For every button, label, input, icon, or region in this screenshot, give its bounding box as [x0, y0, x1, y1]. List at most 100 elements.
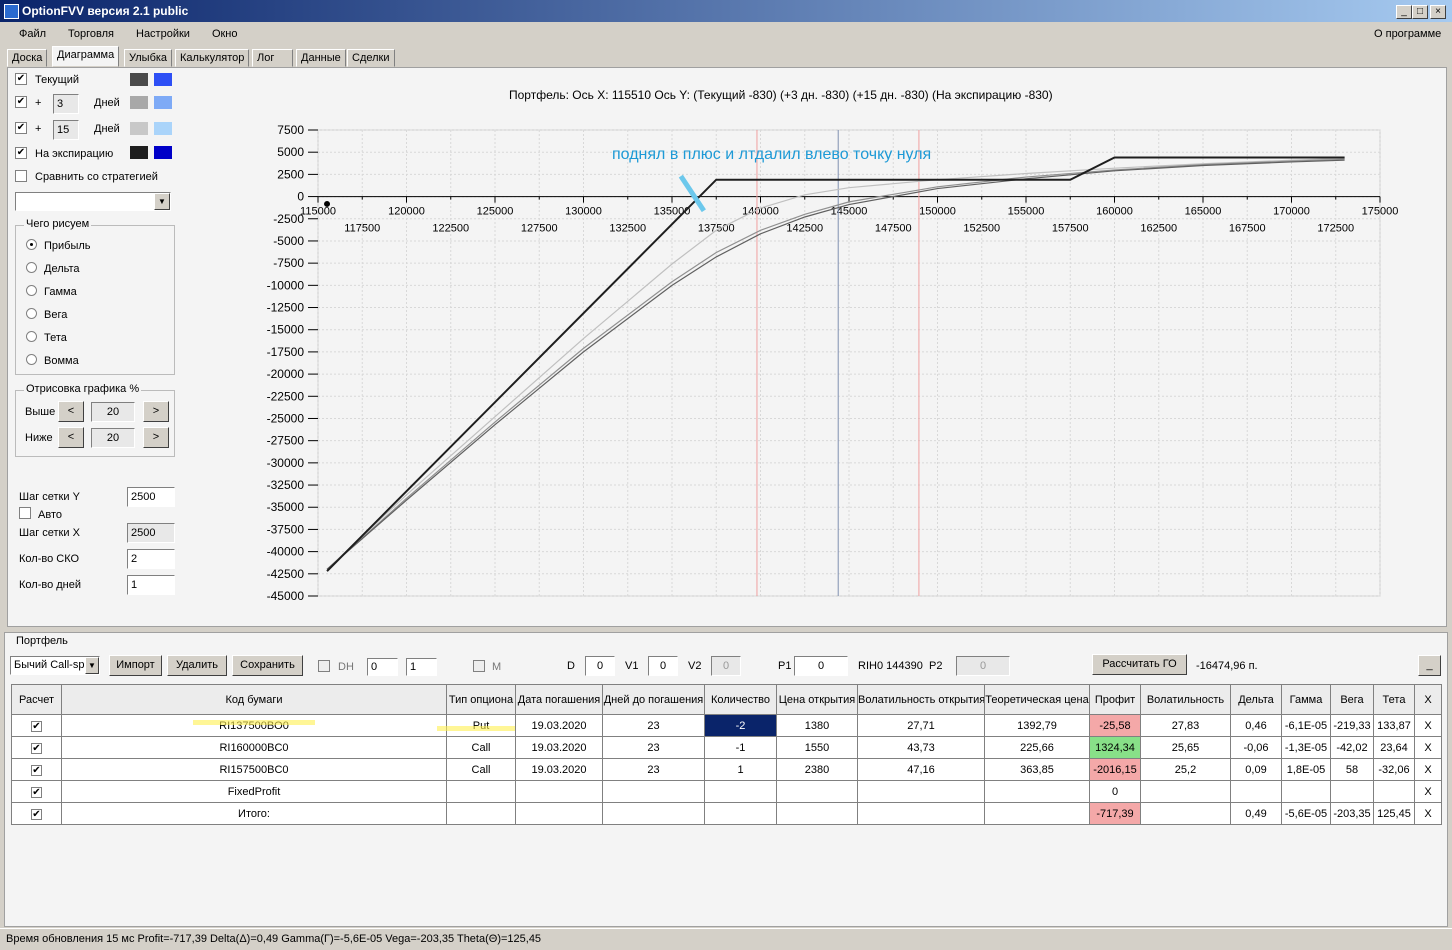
column-header[interactable]: Код бумаги: [61, 684, 447, 715]
x-tick-label: 120000: [388, 206, 425, 218]
table-cell: -25,58: [1089, 714, 1141, 737]
delete-row-button[interactable]: X: [1414, 736, 1442, 759]
table-cell: 58: [1330, 758, 1374, 781]
column-header[interactable]: Тета: [1373, 684, 1415, 715]
calc-checkbox[interactable]: ✔: [11, 736, 62, 759]
y-tick-label: -45000: [267, 589, 305, 603]
table-cell: 23,64: [1373, 736, 1415, 759]
y-tick-label: -27500: [267, 434, 305, 448]
column-header[interactable]: Теоретическая цена: [984, 684, 1090, 715]
delete-button[interactable]: Удалить: [167, 655, 227, 676]
calc-checkbox[interactable]: ✔: [11, 758, 62, 781]
x-tick-label: 155000: [1008, 206, 1045, 218]
portfolio-label: Портфель: [14, 635, 70, 647]
table-cell: 23: [602, 758, 705, 781]
table-cell: 0,09: [1230, 758, 1282, 781]
table-cell: 27,83: [1140, 714, 1231, 737]
table-cell: 1550: [776, 736, 858, 759]
column-header[interactable]: Профит: [1089, 684, 1141, 715]
save-button[interactable]: Сохранить: [232, 655, 303, 676]
x-tick-label: 142500: [786, 223, 823, 235]
column-header[interactable]: X: [1414, 684, 1442, 715]
x-tick-label: 132500: [609, 223, 646, 235]
table-cell: 0,49: [1230, 802, 1282, 825]
y-tick-label: -20000: [267, 367, 305, 381]
column-header[interactable]: Гамма: [1281, 684, 1331, 715]
y-tick-label: 0: [297, 190, 304, 204]
profit-chart[interactable]: 7500500025000-2500-5000-7500-10000-12500…: [0, 0, 1452, 630]
calc-checkbox[interactable]: ✔: [11, 802, 62, 825]
column-header[interactable]: Вега: [1330, 684, 1374, 715]
table-row[interactable]: ✔RI137500BO0Put19.03.202023-2138027,7113…: [11, 714, 1442, 737]
y-tick-label: -37500: [267, 522, 305, 536]
column-header[interactable]: Дата погашения: [515, 684, 603, 715]
table-cell: 27,71: [857, 714, 985, 737]
strategy-value: Бычий Call-spr: [14, 659, 89, 671]
y-tick-label: 7500: [277, 123, 304, 137]
table-row[interactable]: ✔ FixedProfit 0 X: [11, 780, 1442, 803]
delete-row-button[interactable]: X: [1414, 802, 1442, 825]
spin2-input[interactable]: 1: [406, 658, 437, 676]
delete-row-button[interactable]: X: [1414, 758, 1442, 781]
calc-checkbox[interactable]: ✔: [11, 714, 62, 737]
table-cell: 133,87: [1373, 714, 1415, 737]
table-cell: 125,45: [1373, 802, 1415, 825]
v2-label: V2: [688, 660, 702, 672]
table-cell: [1140, 780, 1231, 803]
p1-input[interactable]: 0: [794, 656, 848, 676]
column-header[interactable]: Расчет: [11, 684, 62, 715]
x-tick-label: 122500: [432, 223, 469, 235]
table-cell[interactable]: -2: [704, 714, 777, 737]
table-row[interactable]: ✔ Итого: -717,39 0,49 -5,6E-05 -203,35 125,45 X: [11, 802, 1442, 825]
table-cell: [515, 780, 603, 803]
x-tick-label: 162500: [1140, 223, 1177, 235]
calculate-go-button[interactable]: Рассчитать ГО: [1092, 654, 1187, 675]
column-header[interactable]: Дельта: [1230, 684, 1282, 715]
table-cell: [984, 780, 1090, 803]
table-row[interactable]: ✔ RI157500BC0 Call 19.03.2020 23 1 2380 47,16 36…: [11, 758, 1442, 781]
table-cell: [446, 780, 516, 803]
table-cell: 19.03.2020: [515, 714, 603, 737]
y-tick-label: -30000: [267, 456, 305, 470]
x-tick-label: 167500: [1229, 223, 1266, 235]
table-row[interactable]: ✔ RI160000BC0 Call 19.03.2020 23 -1 1550 43,73 2…: [11, 736, 1442, 759]
table-cell: [704, 780, 777, 803]
delete-row-button[interactable]: X: [1414, 714, 1442, 737]
column-header[interactable]: Дней до погашения: [602, 684, 705, 715]
column-header[interactable]: Тип опциона: [446, 684, 516, 715]
d-input[interactable]: 0: [585, 656, 615, 676]
column-header[interactable]: Цена открытия: [776, 684, 858, 715]
calc-checkbox[interactable]: ✔: [11, 780, 62, 803]
column-header[interactable]: Волатильность открытия: [857, 684, 985, 715]
dh-checkbox[interactable]: [318, 660, 330, 672]
table-cell[interactable]: -1: [704, 736, 777, 759]
strategy-select[interactable]: Бычий Call-spr ▼: [10, 656, 100, 675]
x-tick-label: 172500: [1317, 223, 1354, 235]
portfolio-table: Расчет Код бумаги Тип опциона Дата погашени…: [11, 684, 1442, 825]
v2-input[interactable]: 0: [711, 656, 741, 676]
y-tick-label: 5000: [277, 145, 304, 159]
table-cell: [857, 780, 985, 803]
table-cell: [1230, 780, 1282, 803]
minimize-panel-button[interactable]: _: [1418, 655, 1441, 676]
cursor-point: [324, 200, 331, 207]
table-cell: RI157500BC0: [61, 758, 447, 781]
status-bar: Время обновления 15 мс Profit=-717,39 De…: [0, 928, 1452, 950]
delete-row-button[interactable]: X: [1414, 780, 1442, 803]
y-tick-label: -15000: [267, 323, 305, 337]
spin1-input[interactable]: 0: [367, 658, 398, 676]
table-cell: 1,8E-05: [1281, 758, 1331, 781]
table-cell: 2380: [776, 758, 858, 781]
v1-input[interactable]: 0: [648, 656, 678, 676]
table-cell: [1281, 780, 1331, 803]
chevron-down-icon[interactable]: ▼: [85, 657, 99, 674]
table-cell: -0,06: [1230, 736, 1282, 759]
table-cell: 23: [602, 736, 705, 759]
column-header[interactable]: Волатильность: [1140, 684, 1231, 715]
m-checkbox[interactable]: [473, 660, 485, 672]
p1-label: P1: [778, 660, 792, 672]
import-button[interactable]: Импорт: [109, 655, 162, 676]
p2-input[interactable]: 0: [956, 656, 1010, 676]
column-header[interactable]: Количество: [704, 684, 777, 715]
table-cell[interactable]: 1: [704, 758, 777, 781]
